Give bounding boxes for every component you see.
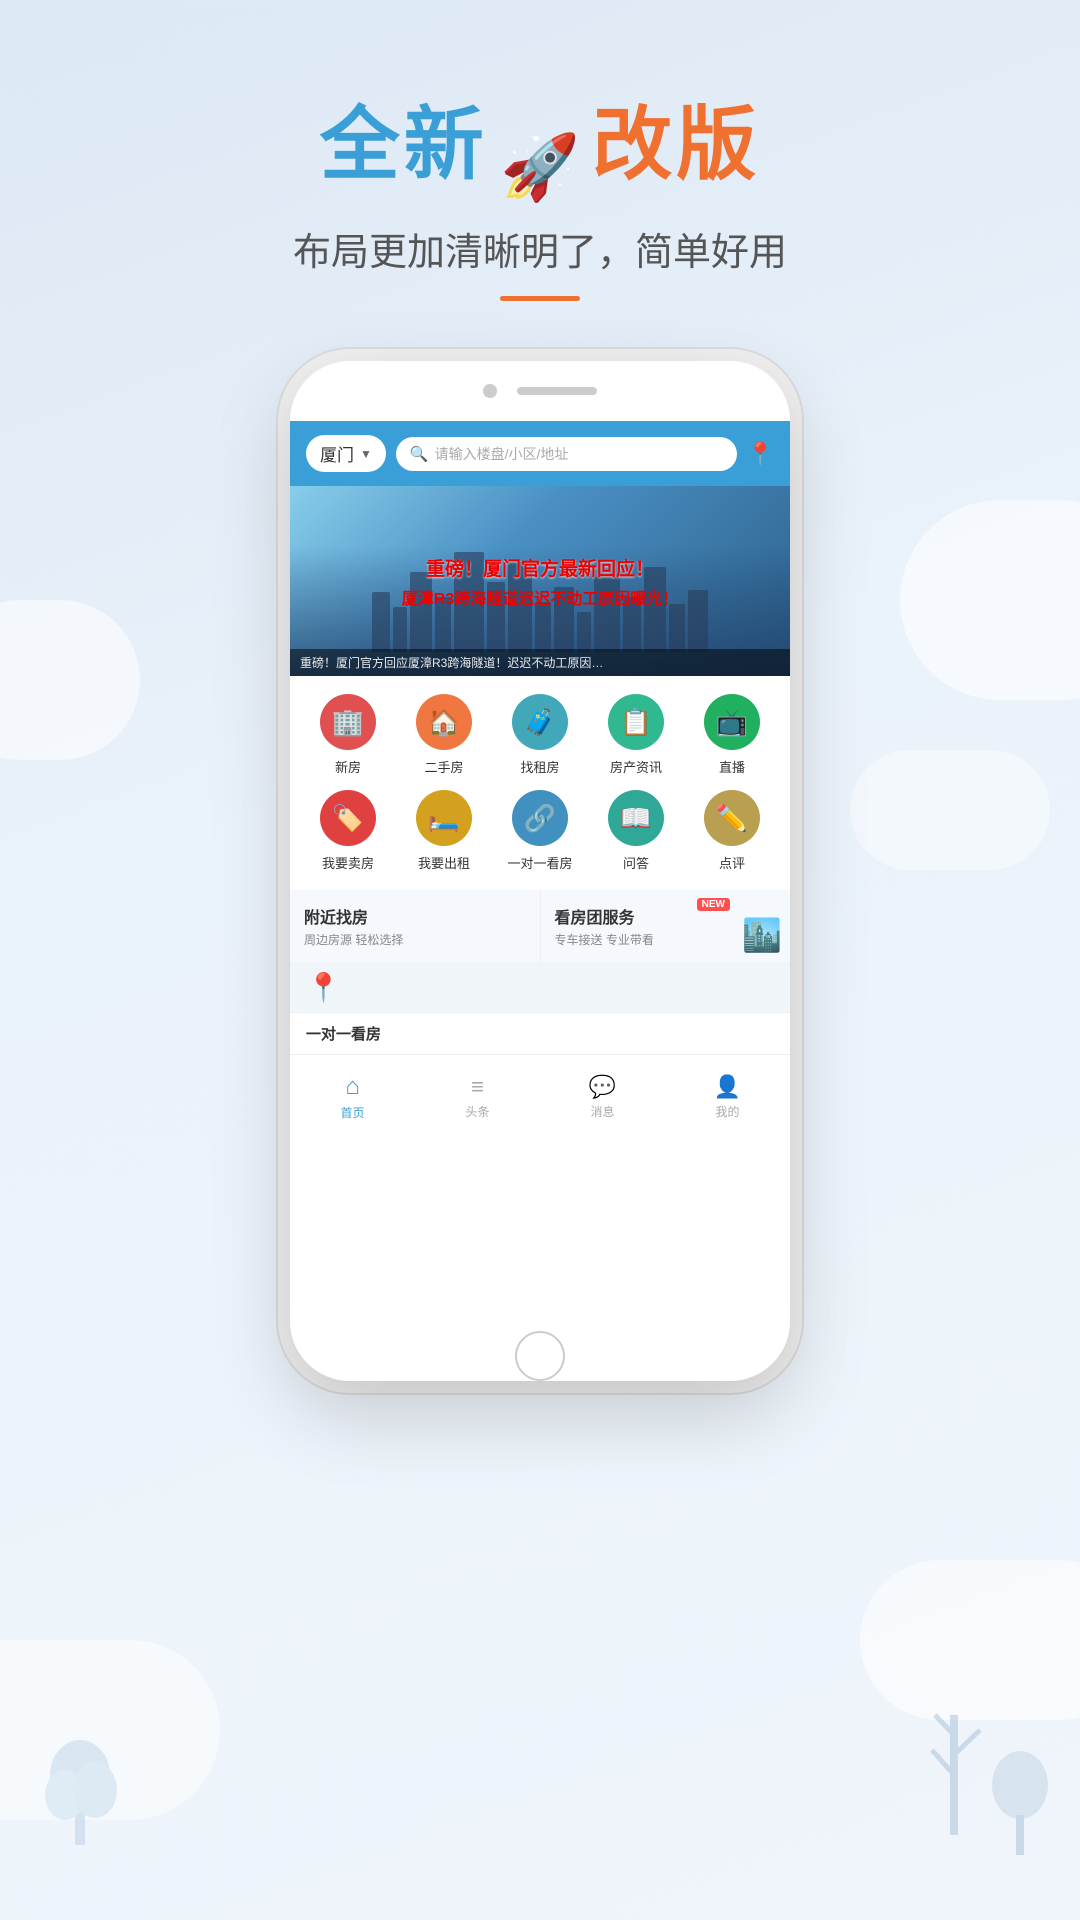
banner-subtext: 厦漳R3跨海隧道迟迟不动工原因曝光！	[402, 585, 678, 609]
map-area[interactable]: 📍	[290, 962, 790, 1012]
location-icon[interactable]: 📍	[747, 441, 774, 467]
rent-icon: 🧳	[512, 694, 568, 750]
review-icon: ✏️	[704, 790, 760, 846]
home-nav-icon: ⌂	[345, 1073, 360, 1101]
app-header: 厦门 ▼ 🔍 请输入楼盘/小区/地址 📍	[290, 421, 790, 486]
phone-camera	[483, 384, 497, 398]
search-placeholder: 请输入楼盘/小区/地址	[435, 444, 569, 464]
header-underline	[500, 296, 580, 301]
banner-footer-text: 重磅！厦门官方回应厦漳R3跨海隧道！迟迟不动工原因…	[300, 654, 780, 671]
sell-label: 我要卖房	[322, 853, 374, 872]
menu-row-2: 🏷️ 我要卖房 🛏️ 我要出租 🔗 一对一看房 📖 问答	[300, 790, 780, 872]
app-banner[interactable]: 重磅！厦门官方最新回应！ 厦漳R3跨海隧道迟迟不动工原因曝光！ 重磅！厦门官方回…	[290, 486, 790, 676]
live-icon: 📺	[704, 694, 760, 750]
one-on-one-label: 一对一看房	[507, 853, 572, 872]
nearby-card[interactable]: 附近找房 周边房源 轻松选择	[290, 890, 541, 962]
sell-icon: 🏷️	[320, 790, 376, 846]
menu-item-second-hand[interactable]: 🏠 二手房	[404, 694, 484, 776]
app-content: 厦门 ▼ 🔍 请输入楼盘/小区/地址 📍	[290, 421, 790, 1331]
menu-item-sell[interactable]: 🏷️ 我要卖房	[308, 790, 388, 872]
headlines-nav-label: 头条	[465, 1103, 489, 1120]
header-subtitle: 布局更加清晰明了，简单好用	[0, 221, 1080, 276]
rent-label: 找租房	[520, 757, 559, 776]
second-hand-icon: 🏠	[416, 694, 472, 750]
one-on-one-section-title: 一对一看房	[306, 1026, 381, 1043]
one-on-one-icon: 🔗	[512, 790, 568, 846]
profile-nav-label: 我的	[715, 1103, 739, 1120]
menu-item-1v1[interactable]: 🔗 一对一看房	[500, 790, 580, 872]
one-on-one-section[interactable]: 一对一看房	[290, 1012, 790, 1054]
map-pin-icon: 📍	[306, 971, 341, 1004]
header-section: 全新 🚀 改版 布局更加清晰明了，简单好用	[0, 0, 1080, 341]
menu-item-qa[interactable]: 📖 问答	[596, 790, 676, 872]
menu-row-1: 🏢 新房 🏠 二手房 🧳 找租房 📋 房产资讯	[300, 694, 780, 776]
rocket-icon: 🚀	[500, 130, 580, 205]
lease-label: 我要出租	[418, 853, 470, 872]
home-button[interactable]	[515, 1331, 565, 1381]
menu-item-news[interactable]: 📋 房产资讯	[596, 694, 676, 776]
menu-grid-section: 🏢 新房 🏠 二手房 🧳 找租房 📋 房产资讯	[290, 676, 790, 890]
bg-cloud-mid-right	[850, 750, 1050, 870]
phone-mockup: 厦门 ▼ 🔍 请输入楼盘/小区/地址 📍	[290, 361, 790, 1381]
title-part2: 改版	[592, 100, 760, 189]
nav-headlines[interactable]: ≡ 头条	[415, 1074, 540, 1120]
nearby-sub: 周边房源 轻松选择	[304, 931, 526, 948]
tour-icon: 🏙️	[742, 916, 782, 954]
menu-item-live[interactable]: 📺 直播	[692, 694, 772, 776]
profile-nav-icon: 👤	[714, 1074, 741, 1100]
phone-bottom	[290, 1331, 790, 1381]
bottom-cards: 附近找房 周边房源 轻松选择 NEW 看房团服务 专车接送 专业带看 🏙️	[290, 890, 790, 962]
messages-nav-icon: 💬	[589, 1074, 616, 1100]
menu-item-new-house[interactable]: 🏢 新房	[308, 694, 388, 776]
nav-profile[interactable]: 👤 我的	[665, 1074, 790, 1120]
phone-container: 厦门 ▼ 🔍 请输入楼盘/小区/地址 📍	[0, 361, 1080, 1381]
banner-text-overlay: 重磅！厦门官方最新回应！ 厦漳R3跨海隧道迟迟不动工原因曝光！	[290, 486, 790, 676]
city-selector[interactable]: 厦门 ▼	[306, 435, 386, 472]
review-label: 点评	[719, 853, 745, 872]
city-name: 厦门	[320, 441, 354, 466]
qa-label: 问答	[623, 853, 649, 872]
nearby-title: 附近找房	[304, 904, 526, 928]
header-title: 全新 🚀 改版	[0, 80, 1080, 205]
menu-item-lease[interactable]: 🛏️ 我要出租	[404, 790, 484, 872]
nav-messages[interactable]: 💬 消息	[540, 1074, 665, 1120]
menu-item-rent[interactable]: 🧳 找租房	[500, 694, 580, 776]
nav-home[interactable]: ⌂ 首页	[290, 1073, 415, 1121]
news-label: 房产资讯	[610, 757, 662, 776]
dropdown-arrow-icon: ▼	[360, 447, 372, 461]
new-house-label: 新房	[335, 757, 361, 776]
live-label: 直播	[719, 757, 745, 776]
menu-item-review[interactable]: ✏️ 点评	[692, 790, 772, 872]
tree-right-decoration	[930, 1635, 1050, 1860]
qa-icon: 📖	[608, 790, 664, 846]
lease-icon: 🛏️	[416, 790, 472, 846]
home-nav-label: 首页	[340, 1104, 364, 1121]
phone-speaker	[517, 387, 597, 395]
banner-headline: 重磅！厦门官方最新回应！	[426, 554, 654, 581]
new-house-icon: 🏢	[320, 694, 376, 750]
news-icon: 📋	[608, 694, 664, 750]
search-icon: 🔍	[410, 445, 429, 463]
new-badge: NEW	[697, 898, 730, 911]
tree-left-decoration	[30, 1655, 130, 1860]
headlines-nav-icon: ≡	[471, 1074, 484, 1100]
second-hand-label: 二手房	[424, 757, 463, 776]
messages-nav-label: 消息	[590, 1103, 614, 1120]
search-bar[interactable]: 🔍 请输入楼盘/小区/地址	[396, 437, 737, 471]
bottom-nav: ⌂ 首页 ≡ 头条 💬 消息 👤 我的	[290, 1054, 790, 1134]
banner-footer: 重磅！厦门官方回应厦漳R3跨海隧道！迟迟不动工原因…	[290, 649, 790, 676]
tour-card[interactable]: NEW 看房团服务 专车接送 专业带看 🏙️	[541, 890, 791, 962]
title-part1: 全新	[320, 100, 488, 189]
phone-topbar	[290, 361, 790, 421]
